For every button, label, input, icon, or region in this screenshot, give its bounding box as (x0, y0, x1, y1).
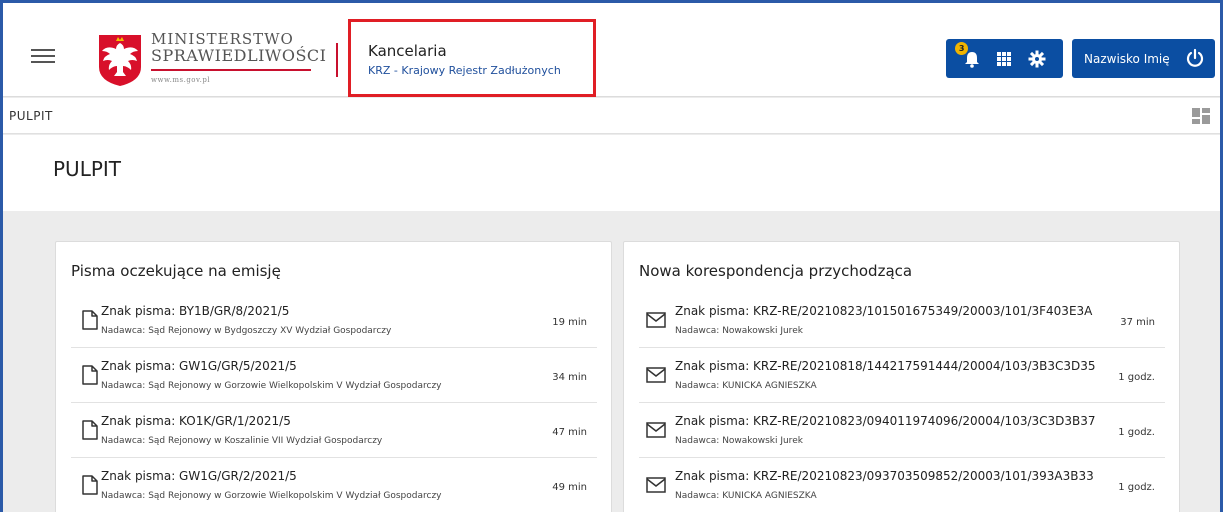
dashboard-layout-icon[interactable] (1192, 108, 1210, 124)
item-reference: Znak pisma: KRZ-RE/20210823/094011974096… (675, 414, 1096, 428)
user-name: Nazwisko Imię (1084, 51, 1170, 66)
app-window: MINISTERSTWO SPRAWIEDLIWOŚCI www.ms.gov.… (0, 0, 1223, 512)
page-title: PULPIT (53, 157, 122, 181)
item-time: 37 min (1120, 317, 1155, 328)
item-reference: Znak pisma: BY1B/GR/8/2021/5 (101, 304, 290, 318)
app-title: Kancelaria (368, 42, 447, 60)
logo-rule (151, 69, 311, 71)
item-reference: Znak pisma: KRZ-RE/20210823/101501675349… (675, 304, 1093, 318)
panel-title: Pisma oczekujące na emisję (71, 262, 281, 280)
incoming-list: Znak pisma: KRZ-RE/20210823/101501675349… (639, 293, 1165, 512)
notifications-button[interactable]: 3 (955, 41, 983, 70)
list-item[interactable]: Znak pisma: GW1G/GR/2/2021/5 Nadawca: Są… (71, 458, 597, 512)
user-logout-button[interactable]: Nazwisko Imię (1072, 39, 1215, 78)
item-time: 1 godz. (1118, 427, 1155, 438)
list-item[interactable]: Znak pisma: GW1G/GR/5/2021/5 Nadawca: Są… (71, 348, 597, 403)
eagle-crest-logo (99, 35, 141, 86)
envelope-icon (646, 312, 666, 328)
incoming-correspondence-panel: Nowa korespondencja przychodząca Znak pi… (623, 241, 1180, 512)
document-icon (82, 365, 98, 385)
item-reference: Znak pisma: GW1G/GR/2/2021/5 (101, 469, 297, 483)
menu-icon[interactable] (31, 49, 55, 65)
item-time: 47 min (552, 427, 587, 438)
power-icon (1186, 48, 1204, 67)
document-icon (82, 475, 98, 495)
apps-grid-icon (997, 51, 1012, 66)
item-sender: Nadawca: Sąd Rejonowy w Gorzowie Wielkop… (101, 491, 442, 501)
item-sender: Nadawca: Nowakowski Jurek (675, 326, 803, 336)
pending-list: Znak pisma: BY1B/GR/8/2021/5 Nadawca: Są… (71, 293, 597, 512)
item-time: 49 min (552, 482, 587, 493)
item-reference: Znak pisma: KRZ-RE/20210818/144217591444… (675, 359, 1096, 373)
toolbar-group: 3 (946, 39, 1063, 78)
item-sender: Nadawca: KUNICKA AGNIESZKA (675, 381, 817, 391)
envelope-icon (646, 422, 666, 438)
item-reference: Znak pisma: KRZ-RE/20210823/093703509852… (675, 469, 1094, 483)
item-sender: Nadawca: Nowakowski Jurek (675, 436, 803, 446)
envelope-icon (646, 367, 666, 383)
item-sender: Nadawca: KUNICKA AGNIESZKA (675, 491, 817, 501)
breadcrumb-bar: PULPIT (3, 98, 1220, 134)
item-sender: Nadawca: Sąd Rejonowy w Gorzowie Wielkop… (101, 381, 442, 391)
item-time: 1 godz. (1118, 482, 1155, 493)
breadcrumb: PULPIT (9, 109, 53, 123)
ministry-logo-text: MINISTERSTWO SPRAWIEDLIWOŚCI www.ms.gov.… (151, 30, 327, 84)
notification-badge: 3 (955, 41, 969, 55)
item-sender: Nadawca: Sąd Rejonowy w Bydgoszczy XV Wy… (101, 326, 392, 336)
app-name-box: Kancelaria KRZ - Krajowy Rejestr Zadłużo… (348, 19, 596, 97)
list-item[interactable]: Znak pisma: KRZ-RE/20210823/094011974096… (639, 403, 1165, 458)
document-icon (82, 310, 98, 330)
list-item[interactable]: Znak pisma: KRZ-RE/20210818/144217591444… (639, 348, 1165, 403)
app-subtitle: KRZ - Krajowy Rejestr Zadłużonych (368, 64, 561, 77)
item-time: 34 min (552, 372, 587, 383)
list-item[interactable]: Znak pisma: KO1K/GR/1/2021/5 Nadawca: Są… (71, 403, 597, 458)
list-item[interactable]: Znak pisma: BY1B/GR/8/2021/5 Nadawca: Są… (71, 293, 597, 348)
title-band: PULPIT (3, 135, 1220, 211)
item-reference: Znak pisma: KO1K/GR/1/2021/5 (101, 414, 291, 428)
list-item[interactable]: Znak pisma: KRZ-RE/20210823/101501675349… (639, 293, 1165, 348)
logo-line1: MINISTERSTWO (151, 30, 294, 48)
item-reference: Znak pisma: GW1G/GR/5/2021/5 (101, 359, 297, 373)
settings-button[interactable] (1026, 48, 1048, 70)
logo-divider (336, 43, 338, 77)
envelope-icon (646, 477, 666, 493)
top-header: MINISTERSTWO SPRAWIEDLIWOŚCI www.ms.gov.… (3, 3, 1220, 97)
panel-title: Nowa korespondencja przychodząca (639, 262, 913, 280)
item-time: 1 godz. (1118, 372, 1155, 383)
logo-url: www.ms.gov.pl (151, 76, 211, 84)
document-icon (82, 420, 98, 440)
logo-line2: SPRAWIEDLIWOŚCI (151, 46, 327, 65)
apps-button[interactable] (993, 48, 1015, 70)
list-item[interactable]: Znak pisma: KRZ-RE/20210823/093703509852… (639, 458, 1165, 512)
item-time: 19 min (552, 317, 587, 328)
pending-emission-panel: Pisma oczekujące na emisję Znak pisma: B… (55, 241, 612, 512)
gear-icon (1028, 50, 1046, 67)
item-sender: Nadawca: Sąd Rejonowy w Koszalinie VII W… (101, 436, 383, 446)
